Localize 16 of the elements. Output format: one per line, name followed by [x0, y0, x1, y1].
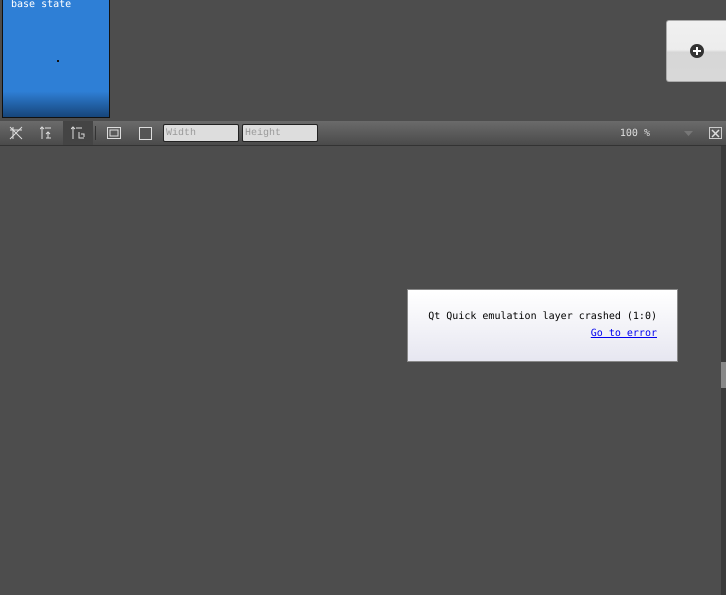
frame-icon: [107, 127, 121, 139]
close-button[interactable]: [709, 127, 722, 139]
add-state-button[interactable]: [666, 20, 726, 82]
square-icon: [138, 126, 152, 140]
anchor-arrows-icon: [71, 126, 85, 140]
plus-icon: [690, 44, 704, 58]
height-arrows-icon: [40, 126, 54, 140]
anchor-tool-button[interactable]: [63, 121, 93, 145]
go-to-error-link[interactable]: Go to error: [590, 328, 657, 339]
scrollbar[interactable]: [721, 146, 726, 595]
error-message: Qt Quick emulation layer crashed (1:0): [428, 311, 657, 322]
cross-lines-icon: [9, 126, 23, 140]
height-field[interactable]: Height: [242, 124, 318, 142]
zoom-level[interactable]: 100 %: [620, 128, 650, 138]
width-field[interactable]: Width: [163, 124, 239, 142]
scrollbar-thumb[interactable]: [721, 362, 726, 388]
